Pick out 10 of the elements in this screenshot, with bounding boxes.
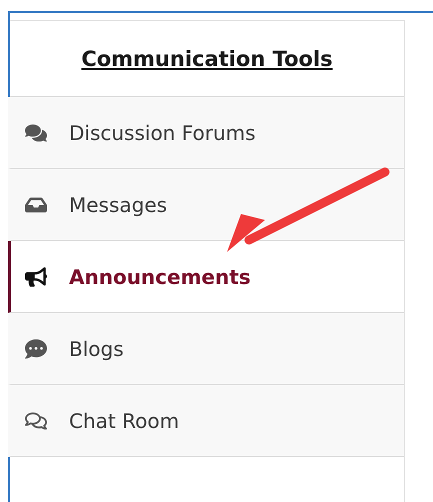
- sidebar-item[interactable]: Blogs: [8, 313, 404, 385]
- sidebar-item[interactable]: Chat Room: [8, 385, 404, 457]
- speech-bubble-icon: [25, 338, 47, 360]
- speech-bubbles-icon: [25, 410, 47, 432]
- panel-heading: Communication Tools: [81, 46, 333, 70]
- sidebar-item[interactable]: Announcements: [8, 241, 404, 313]
- megaphone-icon: [25, 266, 47, 288]
- sidebar-item[interactable]: Discussion Forums: [8, 97, 404, 169]
- speech-bubbles-icon: [25, 122, 47, 144]
- sidebar-item[interactable]: Messages: [8, 169, 404, 241]
